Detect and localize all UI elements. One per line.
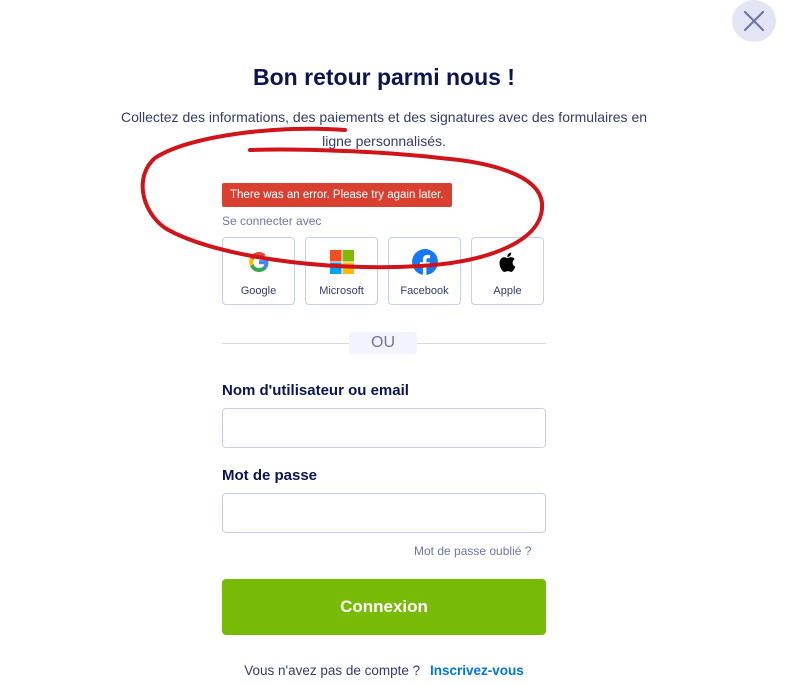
microsoft-icon: [330, 250, 354, 274]
microsoft-label: Microsoft: [319, 285, 364, 297]
microsoft-login-button[interactable]: Microsoft: [305, 237, 378, 305]
apple-label: Apple: [493, 285, 522, 297]
page-title: Bon retour parmi nous !: [253, 64, 515, 90]
login-button[interactable]: Connexion: [222, 579, 546, 635]
signup-row: Vous n'avez pas de compte ? Inscrivez-vo…: [0, 663, 768, 678]
username-label: Nom d'utilisateur ou email: [222, 382, 409, 399]
password-input[interactable]: [222, 493, 546, 533]
divider-line-left: [222, 343, 349, 344]
or-divider: OU: [349, 332, 417, 354]
apple-icon: [499, 252, 516, 272]
close-button[interactable]: [732, 0, 776, 42]
no-account-text: Vous n'avez pas de compte ?: [244, 663, 421, 678]
facebook-login-button[interactable]: Facebook: [388, 237, 461, 305]
apple-login-button[interactable]: Apple: [471, 237, 544, 305]
google-label: Google: [240, 285, 277, 297]
social-login-heading: Se connecter avec: [222, 214, 322, 228]
facebook-label: Facebook: [400, 285, 449, 297]
google-login-button[interactable]: Google: [222, 237, 295, 305]
divider-line-right: [417, 343, 546, 344]
forgot-password-link[interactable]: Mot de passe oublié ?: [414, 544, 531, 558]
close-icon: [743, 10, 765, 32]
page-subtitle: Collectez des informations, des paiement…: [120, 109, 648, 149]
username-input[interactable]: [222, 408, 546, 448]
password-label: Mot de passe: [222, 467, 318, 484]
signup-link[interactable]: Inscrivez-vous: [430, 663, 524, 678]
google-icon: [249, 252, 269, 272]
facebook-icon: [412, 249, 438, 275]
error-banner: There was an error. Please try again lat…: [222, 183, 452, 207]
